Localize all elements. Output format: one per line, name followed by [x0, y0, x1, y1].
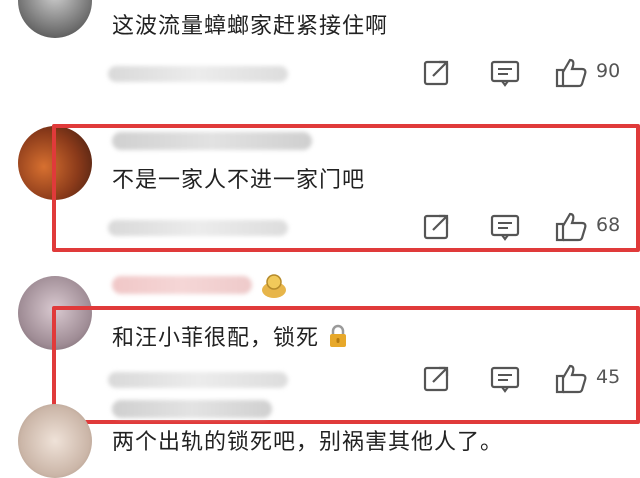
avatar[interactable]	[18, 404, 92, 478]
comment-text: 两个出轨的锁死吧，别祸害其他人了。	[112, 430, 504, 455]
thumb-up-icon[interactable]	[554, 56, 588, 90]
comment-text: 这波流量蟑螂家赶紧接住啊	[112, 14, 389, 39]
comment-item: 两个出轨的锁死吧，别祸害其他人了。	[0, 400, 640, 478]
comment-meta	[108, 66, 288, 82]
comment-actions: 90	[420, 56, 630, 90]
username-blurred	[112, 400, 272, 418]
highlight-box	[52, 124, 640, 252]
share-icon[interactable]	[420, 56, 454, 90]
avatar[interactable]	[18, 0, 92, 38]
like-count: 90	[596, 60, 621, 82]
comment-icon[interactable]	[488, 56, 522, 90]
username-blurred	[112, 276, 252, 294]
medal-icon	[262, 274, 286, 298]
comment-item: 这波流量蟑螂家赶紧接住啊 90	[0, 0, 640, 110]
